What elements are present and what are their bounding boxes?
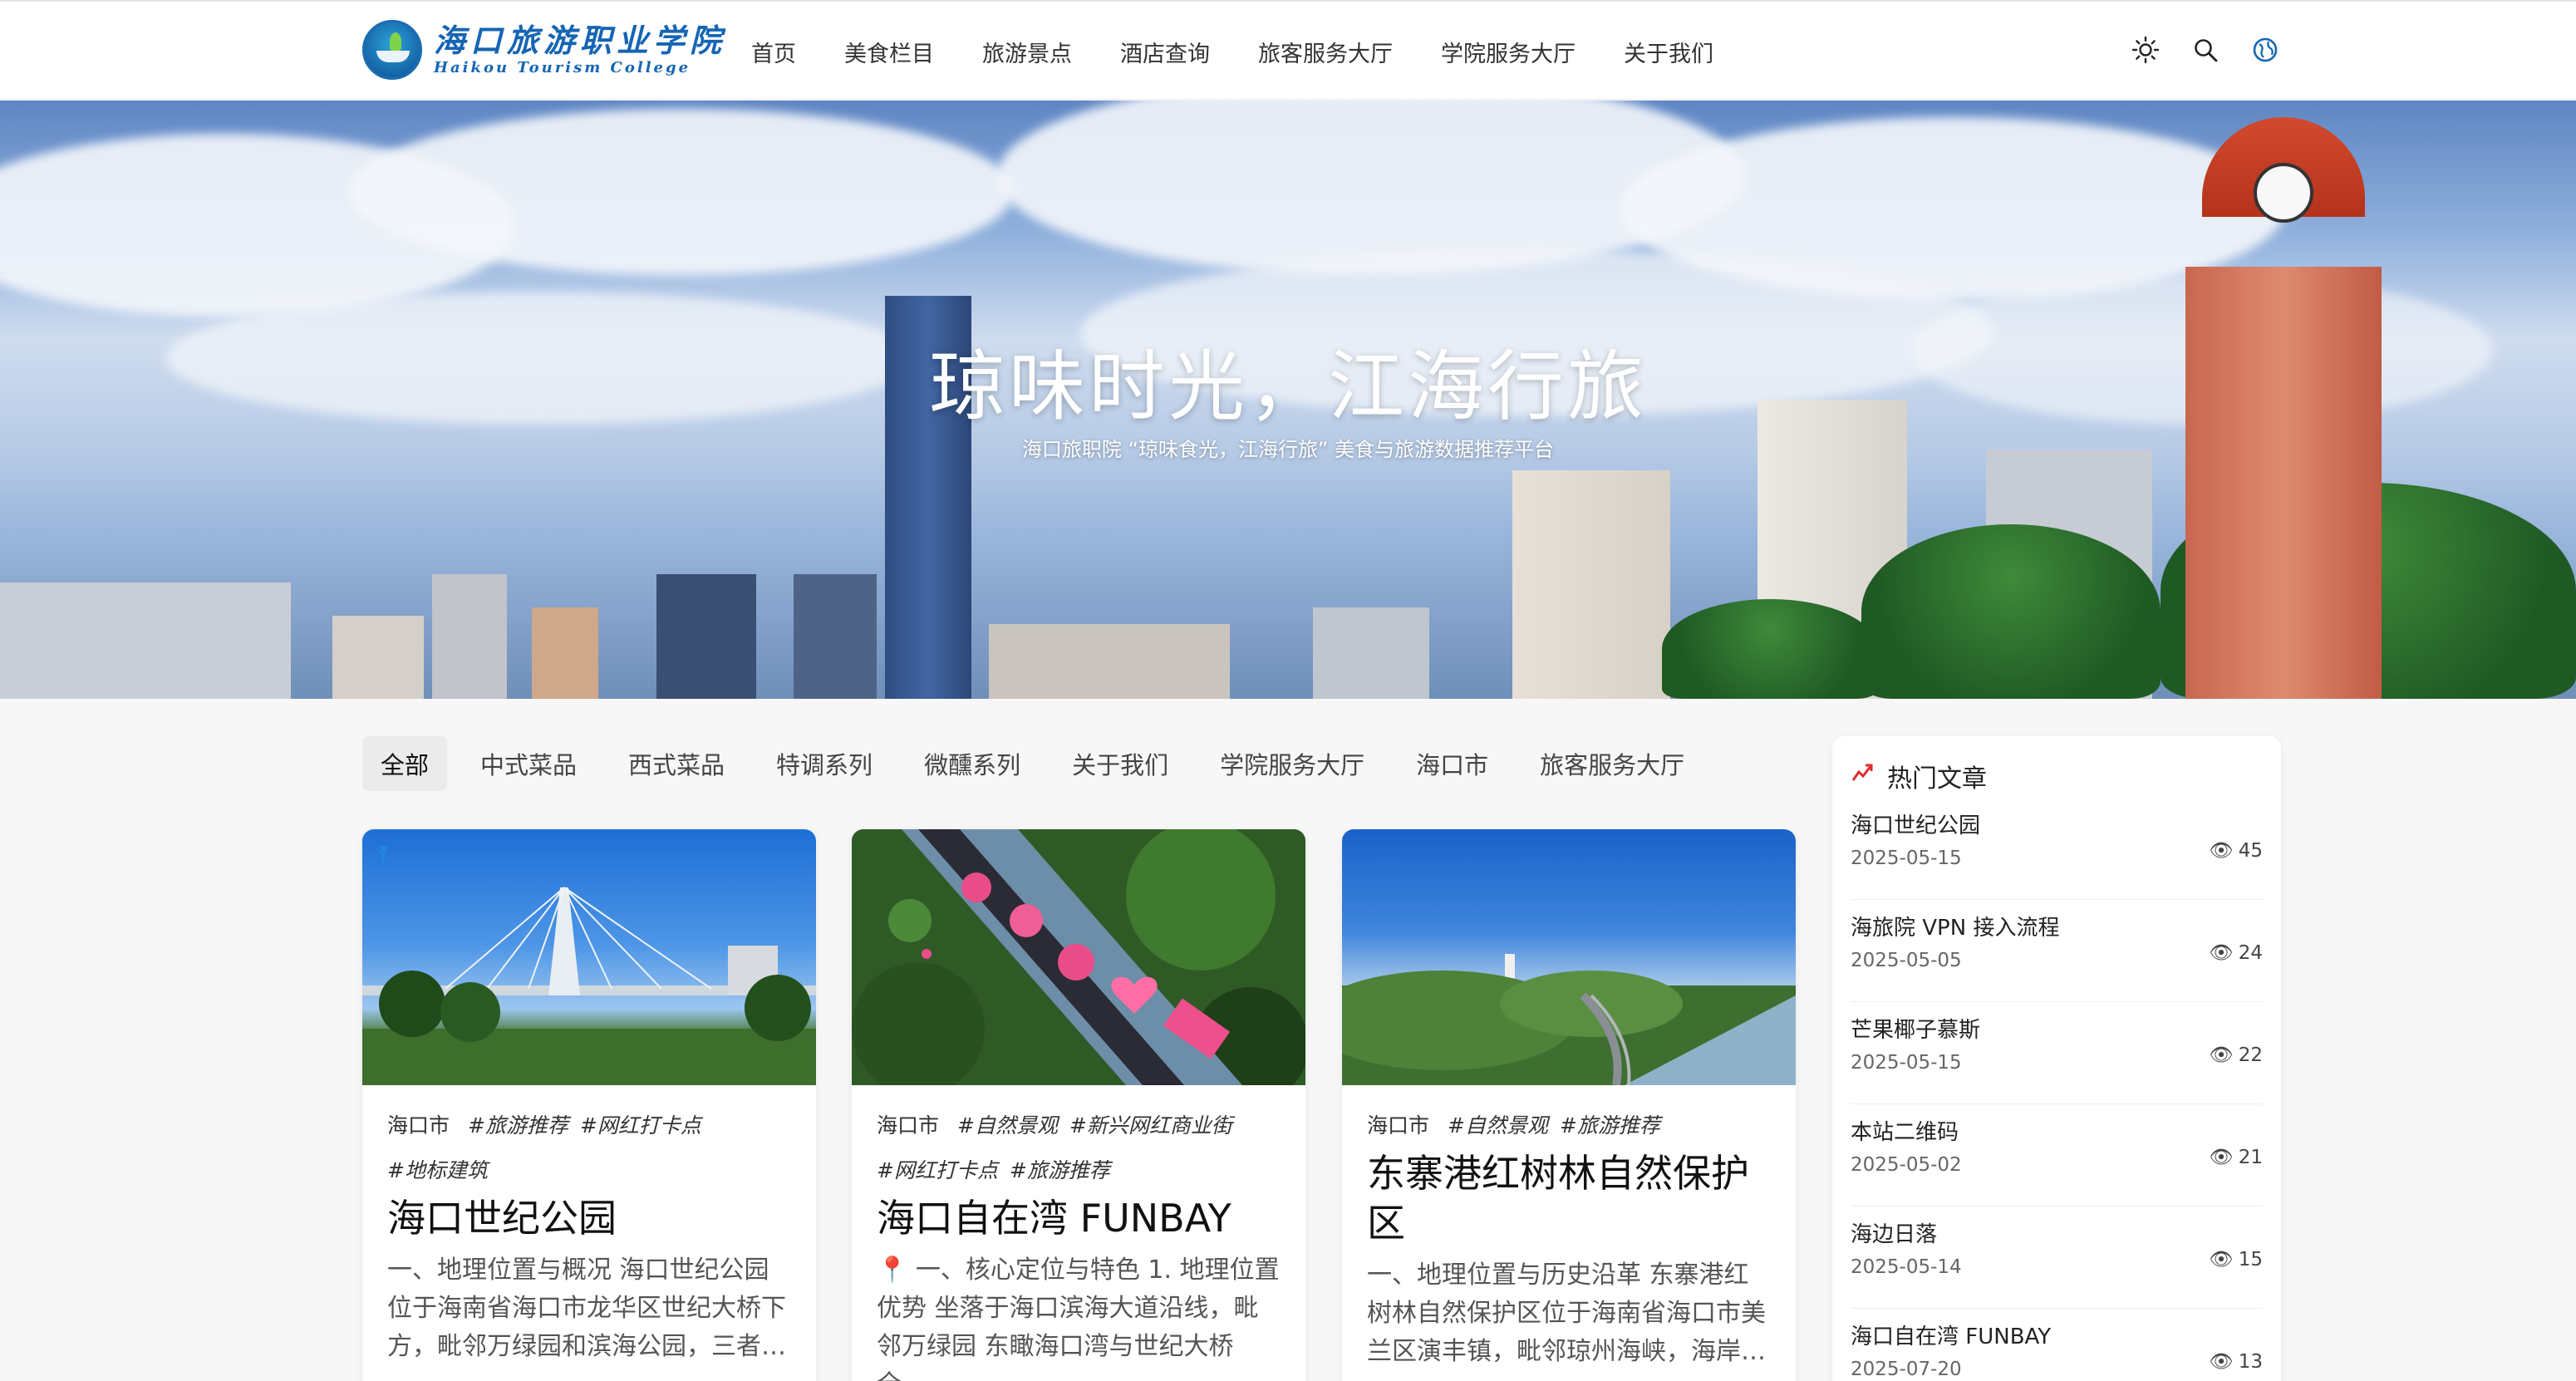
top-header: 海口旅游职业学院 Haikou Tourism College 首页 美食栏目 … (0, 0, 2576, 100)
article-tag[interactable]: #旅游推荐 (1010, 1158, 1110, 1182)
hot-article-title[interactable]: 海边日落 (1851, 1220, 2263, 1250)
hot-article-title[interactable]: 本站二维码 (1851, 1118, 2263, 1148)
article-card[interactable]: 海口市 #自然景观 #新兴网红商业街 #网红打卡点 #旅游推荐 海口自在湾 FUNBAY… (852, 829, 1305, 1381)
article-tag[interactable]: #自然景观 (1448, 1113, 1548, 1138)
clock-face-icon (2254, 163, 2313, 223)
view-count: 13 (2238, 1350, 2263, 1373)
hot-article-item[interactable]: 海口世纪公园 2025-05-15 👁 45 (1851, 798, 2263, 900)
header-actions (2131, 35, 2280, 65)
article-card[interactable]: 海口市 #自然景观 #旅游推荐 东寨港红树林自然保护区 一、地理位置与历史沿革 东寨… (1342, 829, 1796, 1381)
college-emblem-icon (362, 20, 422, 80)
tab-special-drinks[interactable]: 特调系列 (758, 736, 891, 791)
hero-title: 琼味时光，江海行旅 (928, 342, 1647, 431)
hot-article-date: 2025-05-14 (1851, 1256, 1962, 1278)
hot-article-title[interactable]: 芒果椰子慕斯 (1851, 1015, 2263, 1045)
hot-article-title[interactable]: 海旅院 VPN 接入流程 (1851, 913, 2263, 943)
article-city[interactable]: 海口市 (387, 1113, 450, 1138)
article-excerpt: 一、地理位置与历史沿革 东寨港红树林自然保护区位于海南省海口市美兰区演丰镇，毗邻… (1367, 1261, 1766, 1366)
article-tag[interactable]: #新兴网红商业街 (1069, 1113, 1232, 1138)
hot-article-date: 2025-05-05 (1851, 950, 1962, 971)
article-image[interactable]: ⤒ (362, 829, 816, 1085)
eye-icon: 👁 (2209, 840, 2234, 862)
search-icon[interactable] (2190, 35, 2220, 65)
tab-western-dishes[interactable]: 西式菜品 (610, 736, 743, 791)
hot-article-title[interactable]: 海口自在湾 FUNBAY (1851, 1322, 2263, 1352)
category-tabs: 全部 中式菜品 西式菜品 特调系列 微醺系列 关于我们 学院服务大厅 海口市 旅… (362, 736, 1703, 791)
eye-icon: 👁 (2209, 1351, 2234, 1373)
sun-icon[interactable] (2131, 35, 2161, 65)
article-tag[interactable]: #地标建筑 (387, 1158, 488, 1182)
article-title[interactable]: 东寨港红树林自然保护区 (1367, 1148, 1771, 1248)
eye-icon: 👁 (2209, 1249, 2234, 1270)
article-tag[interactable]: #网红打卡点 (580, 1113, 701, 1138)
view-count: 24 (2238, 941, 2263, 964)
article-tag[interactable]: #旅游推荐 (1560, 1113, 1660, 1138)
article-image[interactable] (1342, 829, 1796, 1085)
hot-article-date: 2025-05-15 (1851, 848, 1962, 869)
view-count: 21 (2238, 1146, 2263, 1168)
tab-traveler-service[interactable]: 旅客服务大厅 (1522, 736, 1703, 791)
tab-all[interactable]: 全部 (362, 736, 448, 791)
logo-chinese-name: 海口旅游职业学院 (434, 22, 727, 59)
college-logo[interactable]: 海口旅游职业学院 Haikou Tourism College (362, 20, 726, 80)
hot-article-date: 2025-05-15 (1851, 1052, 1962, 1074)
tab-about[interactable]: 关于我们 (1054, 736, 1187, 791)
tab-college-service[interactable]: 学院服务大厅 (1202, 736, 1383, 791)
hero-subtitle: 海口旅职院 “琼味食光，江海行旅” 美食与旅游数据推荐平台 (1021, 438, 1555, 461)
nav-hotels[interactable]: 酒店查询 (1120, 36, 1210, 68)
mangrove-photo (1342, 954, 1796, 1085)
nav-college-service[interactable]: 学院服务大厅 (1441, 36, 1576, 68)
hot-article-item[interactable]: 海旅院 VPN 接入流程 2025-05-05 👁 24 (1851, 900, 2263, 1002)
bridge-photo (362, 887, 816, 1085)
hot-article-item[interactable]: 海边日落 2025-05-14 👁 15 (1851, 1207, 2263, 1309)
article-tag[interactable]: #网红打卡点 (877, 1158, 998, 1182)
article-title[interactable]: 海口自在湾 FUNBAY (877, 1193, 1281, 1243)
article-excerpt: 📍 一、核心定位与特色 1. 地理位置优势 坐落于海口滨海大道沿线，毗邻万绿园 … (877, 1256, 1280, 1381)
funbay-photo (852, 829, 1305, 1085)
article-meta: 海口市 #自然景观 #旅游推荐 (1367, 1103, 1771, 1148)
view-count: 22 (2238, 1044, 2263, 1066)
nav-home[interactable]: 首页 (751, 36, 796, 68)
article-excerpt: 一、地理位置与概况 海口世纪公园位于海南省海口市龙华区世纪大桥下方，毗邻万绿园和… (387, 1256, 786, 1361)
hot-articles-title: 热门文章 (1887, 764, 1987, 794)
article-meta: 海口市 #自然景观 #新兴网红商业街 #网红打卡点 #旅游推荐 (877, 1103, 1281, 1193)
article-tag[interactable]: #旅游推荐 (468, 1113, 568, 1138)
hot-article-date: 2025-05-02 (1851, 1154, 1962, 1176)
logo-english-name: Haikou Tourism College (434, 59, 691, 76)
eye-icon: 👁 (2209, 942, 2234, 964)
article-city[interactable]: 海口市 (877, 1113, 939, 1138)
eye-icon: 👁 (2209, 1044, 2234, 1066)
tab-tipsy-series[interactable]: 微醺系列 (906, 736, 1039, 791)
globe-icon[interactable] (2250, 35, 2280, 65)
nav-traveler-service[interactable]: 旅客服务大厅 (1258, 36, 1393, 68)
hot-article-item[interactable]: 本站二维码 2025-05-02 👁 21 (1851, 1104, 2263, 1207)
hot-articles-panel: 热门文章 海口世纪公园 2025-05-15 👁 45 海旅院 VPN 接入流程 … (1832, 736, 2281, 1381)
article-title[interactable]: 海口世纪公园 (387, 1193, 791, 1243)
view-count: 45 (2238, 839, 2263, 862)
article-meta: 海口市 #旅游推荐 #网红打卡点 #地标建筑 (387, 1103, 791, 1193)
article-tag[interactable]: #自然景观 (957, 1113, 1058, 1138)
hot-article-item[interactable]: 海口自在湾 FUNBAY 2025-07-20 👁 13 (1851, 1309, 2263, 1381)
trending-icon (1851, 760, 1875, 792)
hot-article-item[interactable]: 芒果椰子慕斯 2025-05-15 👁 22 (1851, 1002, 2263, 1104)
main-nav: 首页 美食栏目 旅游景点 酒店查询 旅客服务大厅 学院服务大厅 关于我们 (751, 2, 1713, 101)
nav-food[interactable]: 美食栏目 (844, 36, 934, 68)
hot-article-date: 2025-07-20 (1851, 1359, 1962, 1380)
article-card[interactable]: ⤒ 海口市 #旅游推荐 #网红打卡点 #地标建筑 海口世纪公园 一、地理位置与概况 海… (362, 829, 816, 1381)
article-image[interactable] (852, 829, 1305, 1085)
hero-banner: 琼味时光，江海行旅 海口旅职院 “琼味食光，江海行旅” 美食与旅游数据推荐平台 (0, 101, 2576, 699)
nav-attractions[interactable]: 旅游景点 (982, 36, 1072, 68)
hot-article-title[interactable]: 海口世纪公园 (1851, 811, 2263, 841)
tab-chinese-dishes[interactable]: 中式菜品 (462, 736, 595, 791)
tab-haikou[interactable]: 海口市 (1398, 736, 1507, 791)
eye-icon: 👁 (2209, 1147, 2234, 1168)
view-count: 15 (2238, 1248, 2263, 1270)
nav-about[interactable]: 关于我们 (1624, 36, 1713, 68)
article-city[interactable]: 海口市 (1367, 1113, 1429, 1138)
